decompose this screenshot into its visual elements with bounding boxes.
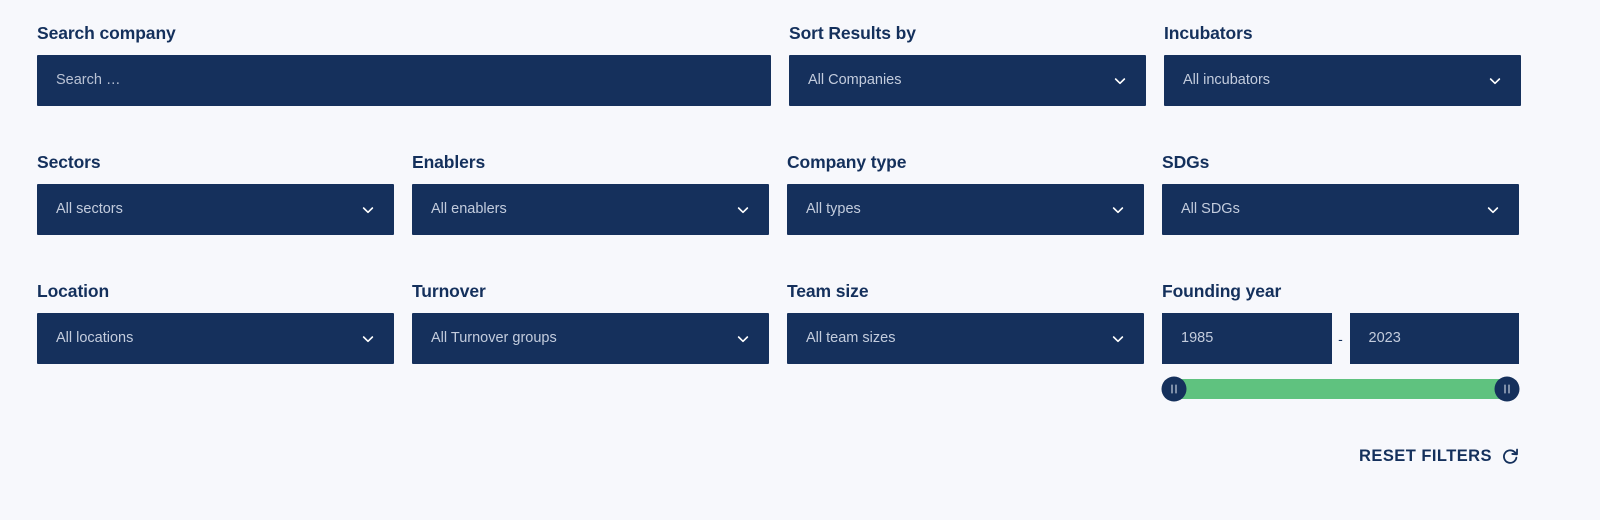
label-sdgs: SDGs <box>1162 152 1210 172</box>
range-slider-handle-min[interactable] <box>1161 376 1187 402</box>
label-enablers: Enablers <box>412 152 486 172</box>
grip-bar <box>1504 384 1506 394</box>
select-team-size-value: All team sizes <box>806 331 896 346</box>
label-sort-results: Sort Results by <box>789 23 916 43</box>
founding-year-from-value: 1985 <box>1181 331 1214 346</box>
chevron-down-icon <box>361 332 375 346</box>
founding-year-from-input[interactable]: 1985 <box>1162 313 1332 364</box>
field-incubators: Incubators All incubators <box>1164 22 1521 106</box>
select-incubators[interactable]: All incubators <box>1164 55 1521 106</box>
select-sort-results[interactable]: All Companies <box>789 55 1146 106</box>
label-incubators: Incubators <box>1164 23 1253 43</box>
label-founding-year: Founding year <box>1162 281 1282 301</box>
chevron-down-icon <box>1486 203 1500 217</box>
field-enablers: Enablers All enablers <box>412 151 769 235</box>
select-location-value: All locations <box>56 331 134 346</box>
select-incubators-value: All incubators <box>1183 73 1271 88</box>
field-turnover: Turnover All Turnover groups <box>412 280 769 401</box>
founding-year-to-input[interactable]: 2023 <box>1349 313 1519 364</box>
label-location: Location <box>37 281 110 301</box>
select-sdgs[interactable]: All SDGs <box>1162 184 1519 235</box>
select-turnover[interactable]: All Turnover groups <box>412 313 769 364</box>
reset-arrow-icon <box>1501 447 1520 466</box>
select-sdgs-value: All SDGs <box>1181 202 1240 217</box>
select-turnover-value: All Turnover groups <box>431 331 557 346</box>
field-search-company: Search company Search … <box>37 22 771 106</box>
grip-bar <box>1508 384 1510 394</box>
select-enablers-value: All enablers <box>431 202 507 217</box>
label-sectors: Sectors <box>37 152 101 172</box>
field-company-type: Company type All types <box>787 151 1144 235</box>
chevron-down-icon <box>1488 74 1502 88</box>
filter-row-3: Location All locations Turnover All Turn… <box>37 280 1521 402</box>
chevron-down-icon <box>736 203 750 217</box>
search-input-placeholder[interactable]: Search … <box>37 73 120 88</box>
chevron-down-icon <box>736 332 750 346</box>
field-sdgs: SDGs All SDGs <box>1162 151 1519 235</box>
filter-panel: Search company Search … Sort Results by … <box>0 0 1600 520</box>
chevron-down-icon <box>361 203 375 217</box>
field-sectors: Sectors All sectors <box>37 151 394 235</box>
filter-row-2: Sectors All sectors Enablers All enabler… <box>37 151 1521 235</box>
founding-year-separator: - <box>1338 330 1343 347</box>
chevron-down-icon <box>1113 74 1127 88</box>
field-founding-year: Founding year 1985 - 2023 <box>1161 280 1520 402</box>
select-team-size[interactable]: All team sizes <box>787 313 1144 364</box>
filter-row-1: Search company Search … Sort Results by … <box>37 22 1521 106</box>
chevron-down-icon <box>1111 203 1125 217</box>
chevron-down-icon <box>1111 332 1125 346</box>
field-sort-results: Sort Results by All Companies <box>789 22 1146 106</box>
select-enablers[interactable]: All enablers <box>412 184 769 235</box>
grip-bar <box>1171 384 1173 394</box>
founding-year-to-value: 2023 <box>1368 331 1401 346</box>
select-sort-results-value: All Companies <box>808 73 902 88</box>
reset-filters-button[interactable]: RESET FILTERS <box>1359 447 1520 466</box>
range-slider-handle-max[interactable] <box>1494 376 1520 402</box>
label-company-type: Company type <box>787 152 907 172</box>
select-location[interactable]: All locations <box>37 313 394 364</box>
range-slider-track[interactable] <box>1174 379 1507 399</box>
select-company-type-value: All types <box>806 202 861 217</box>
label-search-company: Search company <box>37 23 176 43</box>
reset-filters-label: RESET FILTERS <box>1359 447 1492 466</box>
select-sectors[interactable]: All sectors <box>37 184 394 235</box>
label-turnover: Turnover <box>412 281 486 301</box>
label-team-size: Team size <box>787 281 869 301</box>
grip-bar <box>1175 384 1177 394</box>
founding-year-inputs: 1985 - 2023 <box>1162 313 1519 364</box>
field-team-size: Team size All team sizes <box>787 280 1144 401</box>
search-input-wrapper[interactable]: Search … <box>37 55 771 106</box>
field-location: Location All locations <box>37 280 394 401</box>
select-company-type[interactable]: All types <box>787 184 1144 235</box>
founding-year-range-slider[interactable] <box>1161 376 1520 402</box>
select-sectors-value: All sectors <box>56 202 123 217</box>
